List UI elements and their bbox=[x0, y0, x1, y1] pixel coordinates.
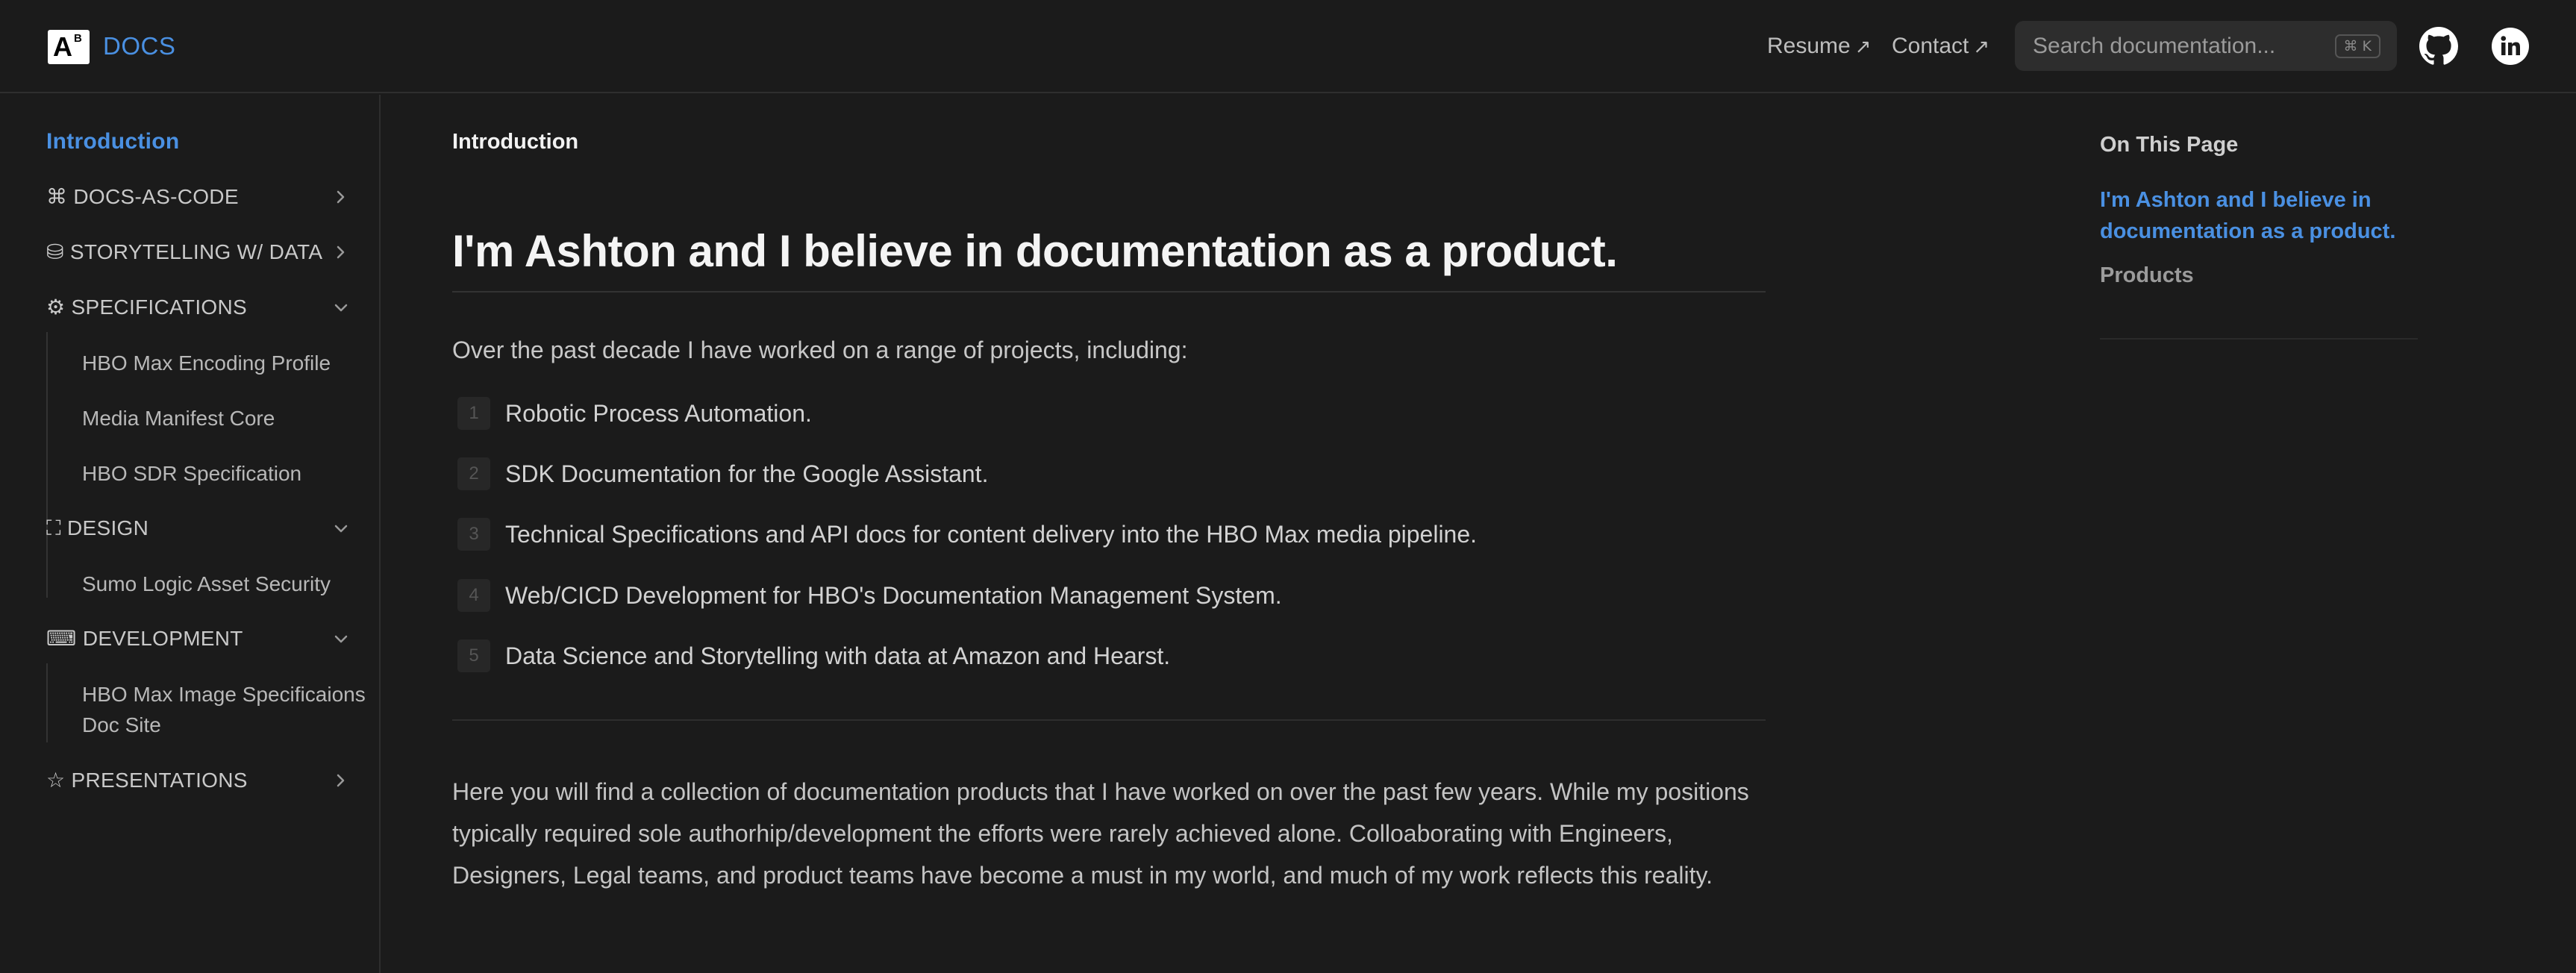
section-divider bbox=[452, 719, 1766, 721]
sidebar-item-media-manifest-core[interactable]: Media Manifest Core bbox=[82, 403, 366, 434]
sidebar-tree-line bbox=[46, 553, 48, 598]
sidebar-group-label: DOCS-AS-CODE bbox=[73, 185, 239, 208]
sidebar-item-hbo-max-image-specifications[interactable]: HBO Max Image Specificaions Doc Site bbox=[82, 679, 366, 740]
external-arrow-icon: ↗ bbox=[1973, 35, 1990, 57]
sidebar-group-label: SPECIFICATIONS bbox=[71, 295, 247, 319]
chevron-down-icon bbox=[334, 525, 348, 533]
sidebar-group-label: DESIGN bbox=[67, 516, 149, 539]
list-text: Web/CICD Development for HBO's Documenta… bbox=[505, 582, 1282, 609]
chevron-down-icon bbox=[334, 304, 348, 312]
list-item: 5 Data Science and Storytelling with dat… bbox=[457, 636, 1726, 674]
sidebar-group-presentations[interactable]: ☆ PRESENTATIONS bbox=[46, 766, 352, 795]
sidebar-group-label: STORYTELLING W/ DATA bbox=[69, 240, 323, 263]
sidebar-group-label: DEVELOPMENT bbox=[82, 627, 243, 650]
chevron-right-icon bbox=[337, 774, 345, 787]
list-item: 1 Robotic Process Automation. bbox=[457, 394, 1726, 431]
star-icon: ☆ bbox=[46, 769, 66, 792]
list-item: 4 Web/CICD Development for HBO's Documen… bbox=[457, 576, 1726, 613]
frame-icon: ⛶ bbox=[46, 516, 61, 539]
external-arrow-icon: ↗ bbox=[1854, 35, 1872, 57]
sidebar-group-label: PRESENTATIONS bbox=[71, 769, 248, 792]
chevron-right-icon bbox=[337, 245, 345, 259]
contact-link[interactable]: Contact ↗ bbox=[1892, 31, 1989, 61]
list-number: 2 bbox=[457, 457, 490, 490]
search-placeholder: Search documentation... bbox=[2033, 34, 2276, 58]
linkedin-icon[interactable] bbox=[2491, 27, 2530, 66]
database-icon: ⛁ bbox=[46, 240, 64, 263]
logo-letter: A bbox=[53, 31, 72, 62]
sidebar-group-development[interactable]: ⌨ DEVELOPMENT bbox=[46, 624, 352, 654]
sidebar-group-design[interactable]: ⛶ DESIGN bbox=[46, 513, 352, 543]
breadcrumb: Introduction bbox=[452, 130, 579, 154]
intro-text: Over the past decade I have worked on a … bbox=[452, 337, 1188, 363]
toc-title: On This Page bbox=[2100, 133, 2239, 157]
sidebar: Introduction ⌘ DOCS-AS-CODE ⛁ STORYTELLI… bbox=[0, 95, 381, 973]
list-item: 2 SDK Documentation for the Google Assis… bbox=[457, 454, 1726, 492]
toc-divider bbox=[2100, 338, 2418, 340]
sidebar-group-specifications[interactable]: ⚙ SPECIFICATIONS bbox=[46, 292, 352, 322]
resume-link-label: Resume bbox=[1767, 34, 1851, 58]
sidebar-tree-line bbox=[46, 332, 48, 586]
github-icon[interactable] bbox=[2419, 27, 2458, 66]
sidebar-group-docs-as-code[interactable]: ⌘ DOCS-AS-CODE bbox=[46, 182, 352, 212]
sidebar-item-hbo-max-encoding-profile[interactable]: HBO Max Encoding Profile bbox=[82, 348, 366, 378]
title-divider bbox=[452, 291, 1766, 292]
list-text: Data Science and Storytelling with data … bbox=[505, 642, 1171, 669]
chevron-down-icon bbox=[334, 635, 348, 643]
keyboard-icon: ⌨ bbox=[46, 627, 77, 650]
chevron-right-icon bbox=[337, 190, 345, 204]
list-text: Robotic Process Automation. bbox=[505, 400, 812, 427]
list-number: 1 bbox=[457, 397, 490, 430]
toc-item-products[interactable]: Products bbox=[2100, 260, 2194, 291]
toc-item-active[interactable]: I'm Ashton and I believe in documentatio… bbox=[2100, 184, 2428, 247]
logo[interactable]: A B bbox=[48, 30, 90, 64]
list-number: 5 bbox=[457, 639, 490, 672]
sidebar-group-storytelling[interactable]: ⛁ STORYTELLING W/ DATA bbox=[46, 237, 352, 267]
sidebar-item-sumo-logic-asset-security[interactable]: Sumo Logic Asset Security bbox=[82, 569, 366, 599]
list-item: 3 Technical Specifications and API docs … bbox=[457, 515, 1726, 552]
search-shortcut: ⌘ K bbox=[2334, 34, 2380, 58]
command-icon: ⌘ bbox=[46, 185, 68, 208]
sidebar-item-introduction[interactable]: Introduction bbox=[46, 127, 352, 157]
brand-link[interactable]: DOCS bbox=[103, 31, 175, 61]
sidebar-tree-line bbox=[46, 663, 48, 742]
list-number: 4 bbox=[457, 579, 490, 612]
logo-superscript: B bbox=[74, 32, 82, 45]
list-text: Technical Specifications and API docs fo… bbox=[505, 521, 1478, 548]
sidebar-item-hbo-sdr-specification[interactable]: HBO SDR Specification bbox=[82, 458, 366, 489]
gear-icon: ⚙ bbox=[46, 295, 66, 319]
top-bar: A B DOCS Resume ↗ Contact ↗ Search documen… bbox=[0, 0, 2576, 93]
list-number: 3 bbox=[457, 518, 490, 551]
page-title: I'm Ashton and I believe in documentatio… bbox=[452, 226, 1618, 276]
search-input[interactable]: Search documentation... ⌘ K bbox=[2015, 21, 2397, 71]
contact-link-label: Contact bbox=[1892, 34, 1969, 58]
body-paragraph: Here you will find a collection of docum… bbox=[452, 778, 1749, 889]
resume-link[interactable]: Resume ↗ bbox=[1767, 31, 1872, 61]
list-text: SDK Documentation for the Google Assista… bbox=[505, 460, 989, 487]
